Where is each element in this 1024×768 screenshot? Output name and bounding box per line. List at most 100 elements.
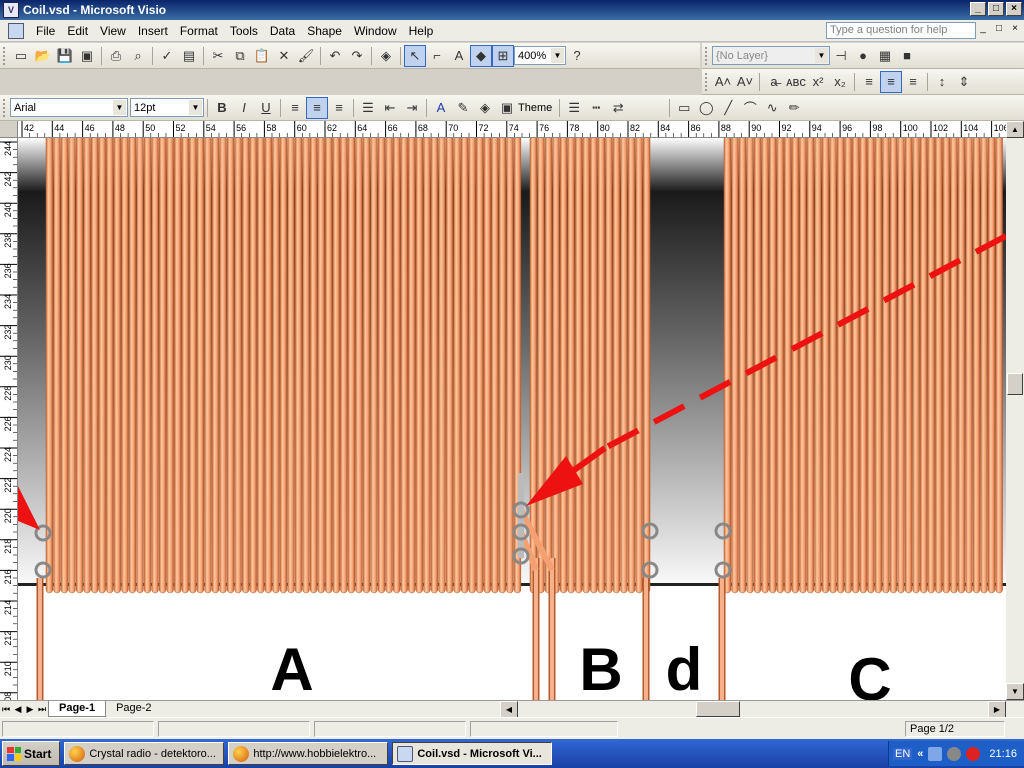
clock[interactable]: 21:16: [989, 748, 1017, 760]
doc-restore-button[interactable]: □: [992, 23, 1006, 37]
line-weight-icon[interactable]: ☰: [563, 97, 585, 119]
spelling-icon[interactable]: ✓: [156, 45, 178, 67]
line-tool-icon[interactable]: ╱: [717, 97, 739, 119]
menu-data[interactable]: Data: [264, 24, 301, 38]
format-painter-icon[interactable]: 🖌: [295, 45, 317, 67]
align-right-icon[interactable]: ≡: [328, 97, 350, 119]
tab-page-2[interactable]: Page-2: [106, 701, 161, 717]
chevron-down-icon[interactable]: ▼: [113, 100, 126, 115]
align-top-icon[interactable]: ≡: [858, 71, 880, 93]
small-caps-icon[interactable]: ᴀʙᴄ: [785, 71, 807, 93]
underline-icon[interactable]: U: [255, 97, 277, 119]
theme-label[interactable]: Theme: [518, 102, 552, 114]
shrink-font-icon[interactable]: A˅: [734, 71, 756, 93]
font-color-icon[interactable]: A: [430, 97, 452, 119]
delete-icon[interactable]: ✕: [273, 45, 295, 67]
menu-edit[interactable]: Edit: [61, 24, 94, 38]
document-icon[interactable]: [8, 22, 24, 39]
scroll-left-icon[interactable]: ◀: [500, 701, 518, 718]
freeform-tool-icon[interactable]: ∿: [761, 97, 783, 119]
ellipse-tool-icon[interactable]: ◯: [695, 97, 717, 119]
align-left-icon[interactable]: ≡: [284, 97, 306, 119]
copy-icon[interactable]: ⧉: [229, 45, 251, 67]
layer-combo[interactable]: {No Layer} ▼: [712, 46, 830, 65]
cut-icon[interactable]: ✂: [207, 45, 229, 67]
toolbar-grip[interactable]: [3, 46, 7, 65]
theme-icon[interactable]: ▣: [496, 97, 518, 119]
strikethrough-icon[interactable]: a̶: [763, 71, 785, 93]
rectangle-tool-icon[interactable]: ▭: [673, 97, 695, 119]
fill-color-icon[interactable]: ●: [852, 45, 874, 67]
help-icon[interactable]: ?: [566, 45, 588, 67]
close-button[interactable]: ×: [1006, 2, 1022, 16]
toolbar-grip[interactable]: [3, 98, 7, 117]
line-ends-icon[interactable]: ⇄: [607, 97, 629, 119]
menu-file[interactable]: File: [30, 24, 61, 38]
language-indicator[interactable]: EN: [893, 747, 913, 760]
menu-shape[interactable]: Shape: [301, 24, 348, 38]
volume-icon[interactable]: [947, 746, 962, 761]
line-pattern-icon[interactable]: ┅: [585, 97, 607, 119]
horizontal-scrollbar[interactable]: ◀ ▶: [500, 701, 1006, 718]
horizontal-ruler[interactable]: 42 44 46 48 50 52 54 56 58 60 62 64 66 68 70 72 74 76 78 80…: [18, 121, 1006, 138]
menu-window[interactable]: Window: [348, 24, 403, 38]
vertical-scrollbar[interactable]: ▲ ▼: [1006, 121, 1024, 700]
redo-icon[interactable]: ↷: [346, 45, 368, 67]
toolbar-grip[interactable]: [705, 46, 709, 65]
maximize-button[interactable]: □: [988, 2, 1004, 16]
label-b[interactable]: B: [579, 636, 622, 700]
align-middle-icon[interactable]: ≡: [880, 70, 902, 93]
menu-insert[interactable]: Insert: [132, 24, 174, 38]
help-search-input[interactable]: Type a question for help: [826, 22, 976, 39]
line-color-icon[interactable]: ✎: [452, 97, 474, 119]
doc-close-button[interactable]: ×: [1008, 23, 1022, 37]
subscript-icon[interactable]: x₂: [829, 71, 851, 93]
menu-format[interactable]: Format: [174, 24, 224, 38]
bold-icon[interactable]: B: [211, 97, 233, 119]
next-page-icon[interactable]: ▶: [24, 704, 36, 715]
scroll-up-icon[interactable]: ▲: [1006, 121, 1024, 138]
print-preview-icon[interactable]: ⌕: [127, 45, 149, 67]
first-page-icon[interactable]: ⏮: [0, 704, 12, 715]
label-a[interactable]: A: [270, 636, 313, 700]
shapes-icon[interactable]: ◈: [375, 45, 397, 67]
menu-tools[interactable]: Tools: [224, 24, 264, 38]
scroll-right-icon[interactable]: ▶: [988, 701, 1006, 718]
pan-zoom-icon[interactable]: ⊞: [492, 44, 514, 67]
print-icon[interactable]: ⎙: [105, 45, 127, 67]
text-tool-icon[interactable]: A: [448, 45, 470, 67]
toolbar-grip[interactable]: [705, 72, 709, 91]
scroll-down-icon[interactable]: ▼: [1006, 683, 1024, 700]
menu-help[interactable]: Help: [403, 24, 440, 38]
font-size-combo[interactable]: 12pt ▼: [130, 98, 204, 117]
horizontal-scroll-thumb[interactable]: [696, 701, 740, 717]
save-icon[interactable]: 💾: [54, 45, 76, 67]
coil-drawing[interactable]: A B d C: [18, 138, 1006, 700]
chevron-down-icon[interactable]: ▼: [551, 48, 564, 63]
shape-icon[interactable]: ◆: [470, 44, 492, 67]
last-page-icon[interactable]: ⏭: [36, 704, 48, 715]
align-bottom-icon[interactable]: ≡: [902, 71, 924, 93]
new-icon[interactable]: ▭: [10, 45, 32, 67]
task-visio[interactable]: Coil.vsd - Microsoft Vi...: [392, 742, 553, 765]
task-firefox-hobbi[interactable]: http://www.hobbielektro...: [228, 742, 389, 765]
start-button[interactable]: Start: [2, 741, 61, 766]
vertical-scroll-thumb[interactable]: [1007, 373, 1023, 395]
superscript-icon[interactable]: x²: [807, 71, 829, 93]
chevron-down-icon[interactable]: ▼: [189, 100, 202, 115]
font-combo[interactable]: Arial ▼: [10, 98, 128, 117]
zoom-combo[interactable]: 400% ▼: [514, 46, 566, 65]
connector-tool-icon[interactable]: ⌐: [426, 45, 448, 67]
permission-icon[interactable]: ▣: [76, 45, 98, 67]
minimize-button[interactable]: _: [970, 2, 986, 16]
align-center-icon[interactable]: ≡: [306, 96, 328, 119]
bullets-icon[interactable]: ☰: [357, 97, 379, 119]
paragraph-spacing-icon[interactable]: ⇕: [953, 71, 975, 93]
tray-expand-icon[interactable]: «: [917, 748, 923, 760]
line-ends-icon[interactable]: ⊣: [830, 45, 852, 67]
chevron-down-icon[interactable]: ▼: [815, 48, 828, 63]
pointer-tool-icon[interactable]: ↖: [404, 44, 426, 67]
shadow-icon[interactable]: ■: [896, 45, 918, 67]
undo-icon[interactable]: ↶: [324, 45, 346, 67]
fill-bucket-icon[interactable]: ◈: [474, 97, 496, 119]
